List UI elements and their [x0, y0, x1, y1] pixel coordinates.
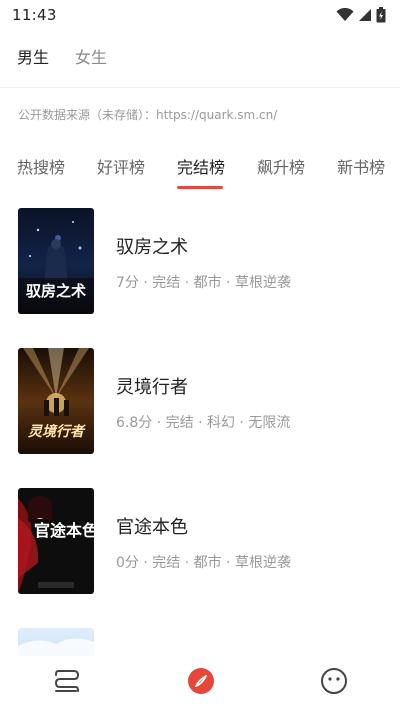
book-title: 灵境行者: [116, 377, 188, 398]
book-item[interactable]: 灵境行者 灵境行者 6.8分 · 完结 · 科幻 · 无限流: [0, 348, 400, 454]
wifi-icon: [336, 8, 354, 21]
cover-title: 驭房之术: [26, 282, 86, 300]
book-cover: 灵境行者: [18, 348, 94, 454]
divider: [0, 87, 400, 88]
book-meta: 0分 · 完结 · 都市 · 草根逆袭: [116, 555, 291, 571]
tab-female[interactable]: 女生: [75, 44, 107, 68]
status-time: 11:43: [12, 6, 57, 24]
compass-icon: [188, 668, 214, 694]
book-item[interactable]: 驭房之术 驭房之术 7分 · 完结 · 都市 · 草根逆袭: [0, 208, 400, 314]
cover-title: 官途本色: [34, 521, 94, 540]
cover-title: 灵境行者: [28, 423, 86, 440]
app-root: 11:43 男生 女生 公开数据来源（未存储）：https://quark.sm…: [0, 0, 400, 711]
book-item[interactable]: 官途本色 官途本色 0分 · 完结 · 都市 · 草根逆袭: [0, 488, 400, 594]
cell-signal-icon: [359, 9, 371, 21]
tab-top-rated[interactable]: 好评榜: [97, 154, 145, 178]
book-cover: [18, 628, 94, 656]
nav-discover-button[interactable]: [186, 666, 216, 696]
book-title: 官途本色: [116, 517, 188, 538]
book-item[interactable]: [0, 628, 400, 656]
status-icons: [336, 7, 386, 23]
tab-completed[interactable]: 完结榜: [177, 154, 225, 178]
nav-profile-button[interactable]: [319, 666, 349, 696]
tab-rising[interactable]: 飙升榜: [257, 154, 305, 178]
gender-tabs: 男生 女生: [17, 44, 107, 68]
tab-male[interactable]: 男生: [17, 44, 49, 68]
tab-hot-search[interactable]: 热搜榜: [17, 154, 65, 178]
active-tab-indicator: [177, 186, 223, 189]
book-meta: 6.8分 · 完结 · 科幻 · 无限流: [116, 415, 291, 431]
book-cover: 驭房之术: [18, 208, 94, 314]
bottom-nav: [0, 656, 400, 711]
book-list: 驭房之术 驭房之术 7分 · 完结 · 都市 · 草根逆袭 灵境行者 灵境行者 …: [0, 208, 400, 656]
book-meta: 7分 · 完结 · 都市 · 草根逆袭: [116, 275, 291, 291]
shelf-icon: [54, 670, 80, 692]
status-bar: 11:43: [0, 0, 400, 30]
source-note: 公开数据来源（未存储）：https://quark.sm.cn/: [18, 108, 278, 122]
book-cover: 官途本色: [18, 488, 94, 594]
tab-new-books[interactable]: 新书榜: [337, 154, 385, 178]
smiley-icon: [321, 668, 347, 694]
battery-icon: [376, 7, 386, 23]
nav-shelf-button[interactable]: [52, 666, 82, 696]
book-title: 驭房之术: [116, 237, 188, 258]
rank-tabs: 热搜榜 好评榜 完结榜 飙升榜 新书榜: [17, 154, 400, 178]
